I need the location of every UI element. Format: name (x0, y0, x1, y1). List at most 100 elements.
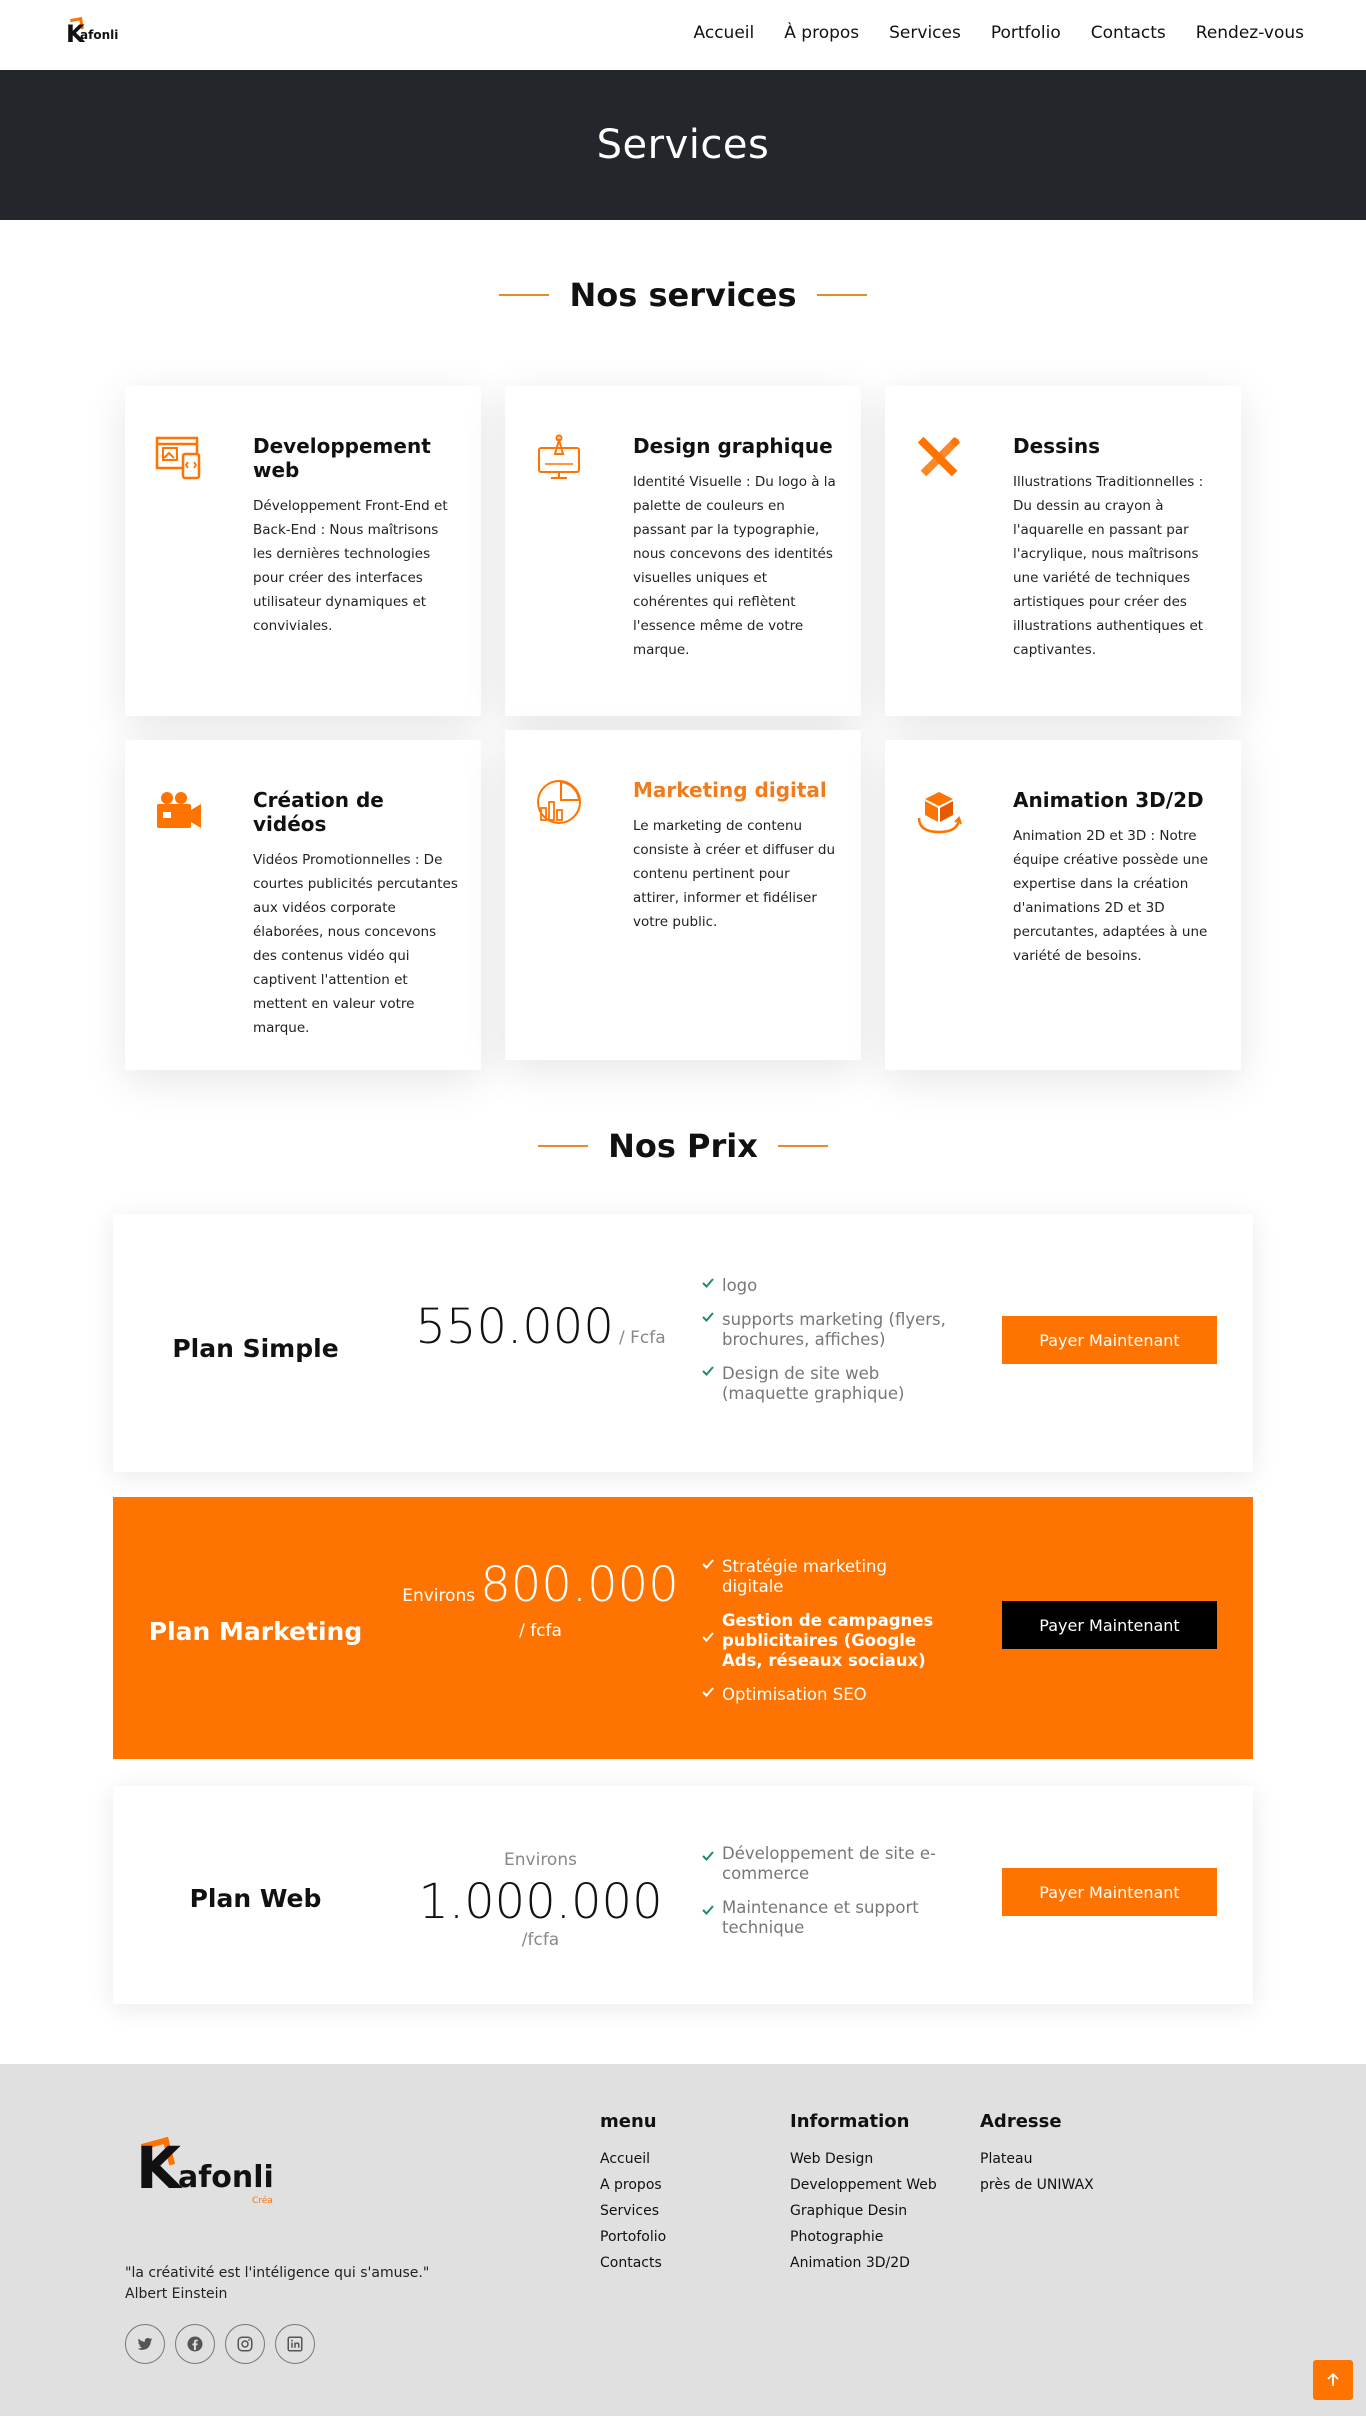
feature-item: Stratégie marketing digitale (700, 1557, 950, 1597)
facebook-link[interactable] (175, 2324, 215, 2364)
nav-link-rendez-vous[interactable]: Rendez-vous (1196, 23, 1304, 43)
price-amount: 550.000 (415, 1299, 614, 1355)
pay-now-button[interactable]: Payer Maintenant (1002, 1868, 1217, 1916)
service-title: Dessins (1013, 434, 1100, 458)
check-icon (702, 1905, 714, 1915)
footer-info-item[interactable]: Web Design (790, 2146, 937, 2172)
plan-price: 550.000 / Fcfa (398, 1299, 683, 1355)
footer-info-item[interactable]: Graphique Desin (790, 2198, 937, 2224)
price-amount: 800.000 (480, 1557, 679, 1613)
price-unit: /fcfa (521, 1930, 560, 1950)
arrow-up-icon (1327, 2372, 1339, 2386)
check-icon (702, 1278, 714, 1288)
plan-features: logo supports marketing (flyers, brochur… (700, 1276, 950, 1418)
plan-features: Stratégie marketing digitale Gestion de … (700, 1557, 950, 1719)
footer-info-column: Information Web Design Developpement Web… (790, 2111, 937, 2276)
feature-item: logo (700, 1276, 950, 1296)
service-card-dessins: Dessins Illustrations Traditionnelles : … (885, 386, 1241, 716)
site-logo[interactable]: K afonli (66, 17, 128, 48)
nav-link-accueil[interactable]: Accueil (694, 23, 755, 43)
service-card-body: Dessins Illustrations Traditionnelles : … (1013, 434, 1218, 662)
linkedin-icon (287, 2336, 303, 2352)
feature-item: Maintenance et support technique (700, 1898, 950, 1938)
footer-link-accueil[interactable]: Accueil (600, 2146, 666, 2172)
logo-tagline: Créa (252, 2196, 273, 2206)
check-icon (702, 1687, 714, 1697)
plan-name: Plan Simple (172, 1334, 339, 1363)
price-unit: / Fcfa (618, 1328, 666, 1348)
service-description: Le marketing de contenu consiste à créer… (633, 818, 836, 930)
price-prefix: Environs (504, 1850, 577, 1870)
plan-features: Développement de site e-commerce Mainten… (700, 1844, 950, 1952)
service-description: Illustrations Traditionnelles : Du dessi… (1013, 474, 1204, 658)
plan-price: Environs 1.000.000 /fcfa (398, 1850, 683, 1950)
nav-link-portfolio[interactable]: Portfolio (991, 23, 1061, 43)
nav-link-a-propos[interactable]: À propos (784, 23, 859, 43)
footer-link-contacts[interactable]: Contacts (600, 2250, 666, 2276)
back-to-top-button[interactable] (1313, 2360, 1353, 2400)
feature-item: supports marketing (flyers, brochures, a… (700, 1310, 950, 1350)
service-description: Animation 2D et 3D : Notre équipe créati… (1013, 828, 1209, 964)
pay-now-button[interactable]: Payer Maintenant (1002, 1316, 1217, 1364)
video-camera-icon (157, 792, 201, 828)
nav-link-services[interactable]: Services (889, 23, 961, 43)
footer-menu-column: menu Accueil A propos Services Portofoli… (600, 2111, 666, 2276)
price-unit: / fcfa (519, 1621, 562, 1641)
instagram-link[interactable] (225, 2324, 265, 2364)
footer-info-item[interactable]: Developpement Web (790, 2172, 937, 2198)
service-card-video: Création de vidéos Vidéos Promotionnelle… (125, 740, 481, 1070)
drawing-icon (917, 436, 961, 477)
nav-link-contacts[interactable]: Contacts (1091, 23, 1166, 43)
service-title: Developpement web (253, 434, 431, 482)
pay-now-button[interactable]: Payer Maintenant (1002, 1601, 1217, 1649)
social-links (125, 2324, 315, 2364)
footer-address-column: Adresse Plateau près de UNIWAX (980, 2111, 1094, 2198)
footer-info-item[interactable]: Animation 3D/2D (790, 2250, 937, 2276)
facebook-icon (187, 2336, 203, 2352)
feature-item: Design de site web (maquette graphique) (700, 1364, 950, 1404)
footer-column-title: Information (790, 2111, 910, 2132)
top-navbar: K afonli Accueil À propos Services Portf… (0, 0, 1366, 70)
quote-text: "la créativité est l'intéligence qui s'a… (125, 2265, 430, 2281)
title-divider-right (816, 294, 867, 296)
linkedin-link[interactable] (275, 2324, 315, 2364)
instagram-icon (237, 2336, 253, 2352)
footer-link-a-propos[interactable]: A propos (600, 2172, 666, 2198)
price-card-simple: Plan Simple 550.000 / Fcfa logo supports… (113, 1214, 1253, 1472)
service-card-body: Marketing digital Le marketing de conten… (633, 778, 838, 934)
plan-name: Plan Marketing (148, 1617, 363, 1646)
plan-price: Environs 800.000 / fcfa (398, 1557, 683, 1641)
address-line: Plateau (980, 2151, 1033, 2167)
service-card-web: Developpement web Développement Front-En… (125, 386, 481, 716)
service-card-animation: Animation 3D/2D Animation 2D et 3D : Not… (885, 740, 1241, 1070)
check-icon (702, 1366, 714, 1376)
quote-author: Albert Einstein (125, 2286, 228, 2302)
logo-text: afonli (80, 28, 119, 42)
footer-column-title: menu (600, 2111, 657, 2132)
service-title: Animation 3D/2D (1013, 788, 1204, 812)
price-amount: 1.000.000 (418, 1874, 663, 1930)
service-title: Design graphique (633, 434, 833, 458)
logo-letter: K (136, 2134, 181, 2202)
service-description: Identité Visuelle : Du logo à la palette… (633, 474, 836, 658)
footer-info-item[interactable]: Photographie (790, 2224, 937, 2250)
3d-cube-icon (917, 792, 962, 834)
service-title: Marketing digital (633, 778, 827, 802)
footer-column-title: Adresse (980, 2111, 1062, 2132)
main-menu: Accueil À propos Services Portfolio Cont… (694, 23, 1304, 43)
prices-section-title: Nos Prix (0, 1127, 1366, 1165)
address-line: près de UNIWAX (980, 2177, 1094, 2193)
service-card-body: Developpement web Développement Front-En… (253, 434, 458, 638)
footer-quote: "la créativité est l'intéligence qui s'a… (125, 2263, 429, 2305)
twitter-link[interactable] (125, 2324, 165, 2364)
footer-link-services[interactable]: Services (600, 2198, 666, 2224)
web-development-icon (155, 436, 201, 480)
feature-item: Développement de site e-commerce (700, 1844, 950, 1884)
price-card-web: Plan Web Environs 1.000.000 /fcfa Dévelo… (113, 1786, 1253, 2004)
feature-item: Gestion de campagnes publicitaires (Goog… (700, 1611, 950, 1671)
footer-link-portofolio[interactable]: Portofolio (600, 2224, 666, 2250)
service-title: Création de vidéos (253, 788, 384, 836)
footer-logo[interactable]: K afonli Créa (136, 2136, 296, 2210)
pie-chart-icon (537, 780, 581, 824)
site-footer: K afonli Créa "la créativité est l'intél… (0, 2064, 1366, 2416)
